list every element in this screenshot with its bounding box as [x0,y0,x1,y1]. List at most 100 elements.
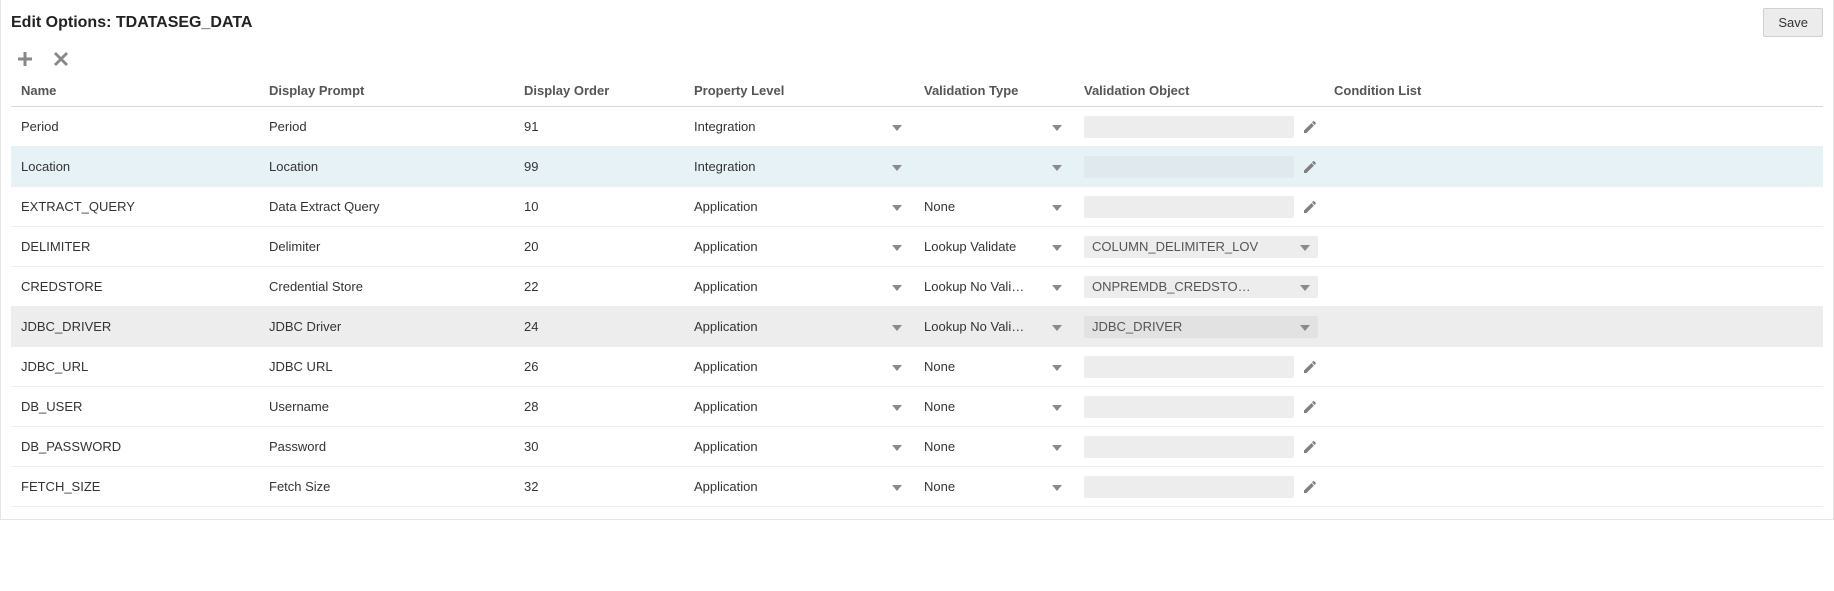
chevron-down-icon [1296,279,1310,294]
options-grid: Name Display Prompt Display Order Proper… [11,77,1823,507]
validation-object-field[interactable] [1084,396,1294,418]
table-row[interactable]: LocationLocation99Integration [11,147,1823,187]
property-level-dropdown[interactable]: Application [694,394,908,420]
property-level-dropdown[interactable]: Application [694,434,908,460]
page-title: Edit Options: TDATASEG_DATA [11,14,252,32]
validation-type-value: None [924,199,1048,214]
chevron-down-icon [1048,399,1062,414]
cell-display-order: 20 [516,239,686,254]
cell-name: Period [11,119,261,134]
chevron-down-icon [1048,359,1062,374]
cell-display-order: 91 [516,119,686,134]
validation-object-field[interactable] [1084,436,1294,458]
property-level-dropdown[interactable]: Application [694,194,908,220]
validation-type-dropdown[interactable] [924,154,1068,180]
cell-name: DB_USER [11,399,261,414]
validation-type-value: Lookup No Vali… [924,319,1048,334]
table-row[interactable]: FETCH_SIZEFetch Size32 Application None [11,467,1823,507]
property-level-value: Application [694,319,888,334]
chevron-down-icon [888,159,902,174]
delete-icon[interactable] [53,51,69,67]
property-level-dropdown[interactable]: Application [694,274,908,300]
cell-display-order: 99 [516,159,686,174]
cell-name: Location [11,159,261,174]
edit-icon[interactable] [1302,119,1318,135]
validation-type-value: None [924,479,1048,494]
cell-display-prompt: Fetch Size [261,479,516,494]
col-header-plevel[interactable]: Property Level [686,83,916,98]
cell-display-prompt: Delimiter [261,239,516,254]
property-level-dropdown[interactable]: Application [694,234,908,260]
chevron-down-icon [888,399,902,414]
edit-icon[interactable] [1302,359,1318,375]
cell-display-prompt: Location [261,159,516,174]
property-level-dropdown[interactable]: Application [694,354,908,380]
property-level-dropdown[interactable]: Application [694,314,908,340]
edit-icon[interactable] [1302,479,1318,495]
property-level-value: Application [694,279,888,294]
cell-name: JDBC_DRIVER [11,319,261,334]
validation-type-dropdown[interactable]: Lookup No Vali… [924,274,1068,300]
table-row[interactable]: EXTRACT_QUERYData Extract Query10Applica… [11,187,1823,227]
col-header-prompt[interactable]: Display Prompt [261,83,516,98]
col-header-order[interactable]: Display Order [516,83,686,98]
edit-icon[interactable] [1302,159,1318,175]
edit-icon[interactable] [1302,439,1318,455]
validation-object-field[interactable] [1084,156,1294,178]
col-header-name[interactable]: Name [11,83,261,98]
property-level-value: Application [694,439,888,454]
chevron-down-icon [1048,319,1062,334]
validation-object-value: COLUMN_DELIMITER_LOV [1092,239,1258,254]
edit-icon[interactable] [1302,399,1318,415]
validation-type-dropdown[interactable]: None [924,434,1068,460]
col-header-cond[interactable]: Condition List [1326,83,1506,98]
validation-type-dropdown[interactable]: None [924,194,1068,220]
property-level-dropdown[interactable]: Integration [694,114,908,140]
table-row[interactable]: DELIMITERDelimiter20 Application Lookup Va… [11,227,1823,267]
cell-name: EXTRACT_QUERY [11,199,261,214]
chevron-down-icon [888,439,902,454]
property-level-dropdown[interactable]: Application [694,474,908,500]
property-level-value: Application [694,479,888,494]
cell-name: CREDSTORE [11,279,261,294]
validation-object-field[interactable] [1084,356,1294,378]
table-row[interactable]: DB_USERUsername28ApplicationNone [11,387,1823,427]
validation-object-value: ONPREMDB_CREDSTO… [1092,279,1251,294]
cell-display-prompt: Data Extract Query [261,199,516,214]
validation-object-value: JDBC_DRIVER [1092,319,1182,334]
property-level-dropdown[interactable]: Integration [694,154,908,180]
validation-object-dropdown[interactable]: COLUMN_DELIMITER_LOV [1084,236,1318,258]
cell-name: FETCH_SIZE [11,479,261,494]
validation-object-field[interactable] [1084,196,1294,218]
property-level-value: Integration [694,119,888,134]
validation-object-dropdown[interactable]: JDBC_DRIVER [1084,316,1318,338]
save-button[interactable]: Save [1763,8,1823,37]
cell-name: DELIMITER [11,239,261,254]
validation-type-dropdown[interactable]: Lookup Validate [924,234,1068,260]
cell-display-order: 32 [516,479,686,494]
add-icon[interactable] [17,51,33,67]
validation-type-value: Lookup Validate [924,239,1048,254]
chevron-down-icon [1296,239,1310,254]
table-row[interactable]: DB_PASSWORDPassword30ApplicationNone [11,427,1823,467]
cell-display-prompt: JDBC URL [261,359,516,374]
col-header-vobj[interactable]: Validation Object [1076,83,1326,98]
validation-type-dropdown[interactable]: None [924,474,1068,500]
chevron-down-icon [1048,159,1062,174]
col-header-vtype[interactable]: Validation Type [916,83,1076,98]
chevron-down-icon [1048,199,1062,214]
validation-object-dropdown[interactable]: ONPREMDB_CREDSTO… [1084,276,1318,298]
validation-type-dropdown[interactable] [924,114,1068,140]
table-row[interactable]: PeriodPeriod91Integration [11,107,1823,147]
validation-type-dropdown[interactable]: None [924,354,1068,380]
edit-icon[interactable] [1302,199,1318,215]
table-row[interactable]: JDBC_DRIVERJDBC Driver24ApplicationLooku… [11,307,1823,347]
table-row[interactable]: JDBC_URLJDBC URL26ApplicationNone [11,347,1823,387]
validation-type-dropdown[interactable]: Lookup No Vali… [924,314,1068,340]
validation-object-field[interactable] [1084,476,1294,498]
property-level-value: Application [694,359,888,374]
validation-object-field[interactable] [1084,116,1294,138]
table-row[interactable]: CREDSTORECredential Store22ApplicationLo… [11,267,1823,307]
property-level-value: Application [694,239,888,254]
validation-type-dropdown[interactable]: None [924,394,1068,420]
